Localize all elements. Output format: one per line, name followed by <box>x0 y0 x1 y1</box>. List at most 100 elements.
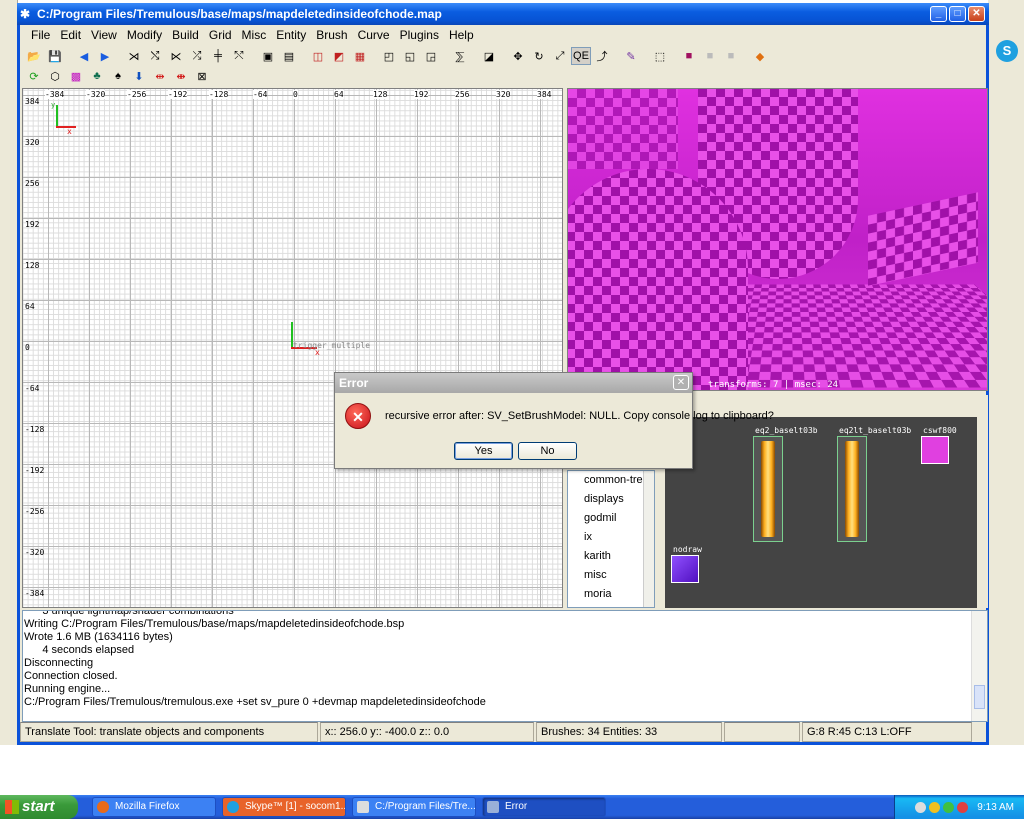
csg-subtract-icon[interactable]: ◫ <box>308 47 328 65</box>
dialog-title: Error <box>335 373 692 393</box>
filter-icon[interactable]: ■ <box>679 47 699 65</box>
insert-icon[interactable]: ♠ <box>108 67 128 85</box>
qe-tool-icon[interactable]: QE <box>571 47 591 65</box>
no-button[interactable]: No <box>518 442 577 460</box>
dialog-close-button[interactable]: ✕ <box>673 375 689 390</box>
yes-button[interactable]: Yes <box>454 442 513 460</box>
list-item[interactable]: karith <box>568 547 654 566</box>
menu-file[interactable]: File <box>26 26 55 44</box>
console-scrollbar[interactable] <box>971 611 987 721</box>
menu-modify[interactable]: Modify <box>122 26 167 44</box>
minimize-button[interactable]: _ <box>930 6 947 22</box>
flip-y-icon[interactable]: ⋉ <box>166 47 186 65</box>
split-icon[interactable]: ⇹ <box>150 67 170 85</box>
filter-disabled-2-icon[interactable]: ■ <box>721 47 741 65</box>
menu-edit[interactable]: Edit <box>55 26 86 44</box>
texture-icon[interactable]: ▩ <box>66 67 86 85</box>
x-tick: -128 <box>209 90 229 99</box>
list-item[interactable]: displays <box>568 490 654 509</box>
scale-icon[interactable]: ⤢ <box>550 47 570 65</box>
rotate-y-icon[interactable]: ⤮ <box>187 47 207 65</box>
status-coords: x:: 256.0 y:: -400.0 z:: 0.0 <box>320 722 534 742</box>
grid-view-xy[interactable]: -384 -320 -256 -192 -128 -64 0 64 128 19… <box>22 88 563 608</box>
redo-arrow-icon[interactable]: ▶ <box>95 47 115 65</box>
select-touching-icon[interactable]: ▤ <box>279 47 299 65</box>
texture-name: eq2lt_baselt03b <box>839 426 912 435</box>
skype-icon[interactable]: S <box>996 40 1018 62</box>
start-button[interactable]: start <box>0 795 78 819</box>
list-item[interactable]: ix <box>568 528 654 547</box>
task-firefox[interactable]: Mozilla Firefox <box>92 797 216 817</box>
merge-icon[interactable]: ⇼ <box>171 67 191 85</box>
status-blank <box>724 722 800 742</box>
undo-arrow-icon[interactable]: ◀ <box>74 47 94 65</box>
rotate-x-icon[interactable]: ⤭ <box>145 47 165 65</box>
tray-icon[interactable] <box>929 801 941 813</box>
clipper-icon[interactable]: ⤴ <box>592 47 612 65</box>
flip-x-icon[interactable]: ⋊ <box>124 47 144 65</box>
task-radiant[interactable]: C:/Program Files/Tre... <box>352 797 476 817</box>
view-xz-icon[interactable]: ◱ <box>400 47 420 65</box>
filter-disabled-icon[interactable]: ■ <box>700 47 720 65</box>
save-icon[interactable]: 💾 <box>45 47 65 65</box>
texture-tile[interactable] <box>671 555 699 583</box>
entity-label[interactable]: trigger_multiple <box>293 341 370 350</box>
entity-icon[interactable]: ⬚ <box>650 47 670 65</box>
menu-curve[interactable]: Curve <box>353 26 395 44</box>
menu-plugins[interactable]: Plugins <box>395 26 444 44</box>
menu-grid[interactable]: Grid <box>204 26 237 44</box>
texture-list-scrollbar[interactable] <box>643 471 654 607</box>
x-tick: 320 <box>496 90 511 99</box>
plugin-icon[interactable]: ◆ <box>750 47 770 65</box>
rotate-icon[interactable]: ↻ <box>529 47 549 65</box>
y-tick: 128 <box>25 261 40 270</box>
background-window-edge: S <box>988 0 1024 745</box>
texture-tile[interactable] <box>753 436 783 542</box>
bend-icon[interactable]: ♣ <box>87 67 107 85</box>
list-item[interactable]: common-trem <box>568 471 654 490</box>
close-button[interactable]: ✕ <box>968 6 985 22</box>
task-error[interactable]: Error <box>482 797 606 817</box>
drop-icon[interactable]: ⬇ <box>129 67 149 85</box>
cap-icon[interactable]: ⊠ <box>192 67 212 85</box>
patch-tool-icon[interactable]: ✎ <box>621 47 641 65</box>
csg-merge-icon[interactable]: ◩ <box>329 47 349 65</box>
flip-z-icon[interactable]: ╪ <box>208 47 228 65</box>
list-item[interactable]: misc <box>568 566 654 585</box>
rotate-z-icon[interactable]: ⤲ <box>229 47 249 65</box>
list-item[interactable]: moria <box>568 585 654 604</box>
refresh-icon[interactable]: ⟳ <box>24 67 44 85</box>
texture-tile[interactable] <box>837 436 867 542</box>
list-item[interactable]: godmil <box>568 509 654 528</box>
texture-lock-icon[interactable]: ◪ <box>479 47 499 65</box>
patch-icon[interactable]: ⬡ <box>45 67 65 85</box>
menu-view[interactable]: View <box>86 26 122 44</box>
camera-view[interactable]: transforms: 7 | msec: 24 <box>567 88 988 391</box>
view-yz-icon[interactable]: ◲ <box>421 47 441 65</box>
menu-build[interactable]: Build <box>167 26 204 44</box>
console-line: Disconnecting <box>24 657 94 669</box>
menu-misc[interactable]: Misc <box>237 26 272 44</box>
clock[interactable]: 9:13 AM <box>977 802 1014 813</box>
menu-entity[interactable]: Entity <box>271 26 311 44</box>
task-skype[interactable]: Skype™ [1] - socom1... <box>222 797 346 817</box>
texture-tile[interactable] <box>921 436 949 464</box>
tray-icon[interactable] <box>957 801 969 813</box>
translate-icon[interactable]: ✥ <box>508 47 528 65</box>
status-grid: G:8 R:45 C:13 L:OFF <box>802 722 972 742</box>
menu-help[interactable]: Help <box>444 26 479 44</box>
texture-folder-list[interactable]: common-trem displays godmil ix karith mi… <box>567 470 655 608</box>
texture-grid[interactable]: eq2_baselt03b eq2lt_baselt03b cswf800 no… <box>665 417 977 608</box>
view-change-icon[interactable]: ⅀ <box>450 47 470 65</box>
hollow-icon[interactable]: ▦ <box>350 47 370 65</box>
select-inside-icon[interactable]: ▣ <box>258 47 278 65</box>
open-icon[interactable]: 📂 <box>24 47 44 65</box>
menu-brush[interactable]: Brush <box>311 26 352 44</box>
tray-icon[interactable] <box>943 801 955 813</box>
view-xy-icon[interactable]: ◰ <box>379 47 399 65</box>
tray-icon[interactable] <box>915 801 927 813</box>
x-tick: -256 <box>127 90 147 99</box>
x-tick: 128 <box>373 90 388 99</box>
maximize-button[interactable]: □ <box>949 6 966 22</box>
console-log[interactable]: 3 unique lightmap/shader combinations Wr… <box>22 610 988 722</box>
